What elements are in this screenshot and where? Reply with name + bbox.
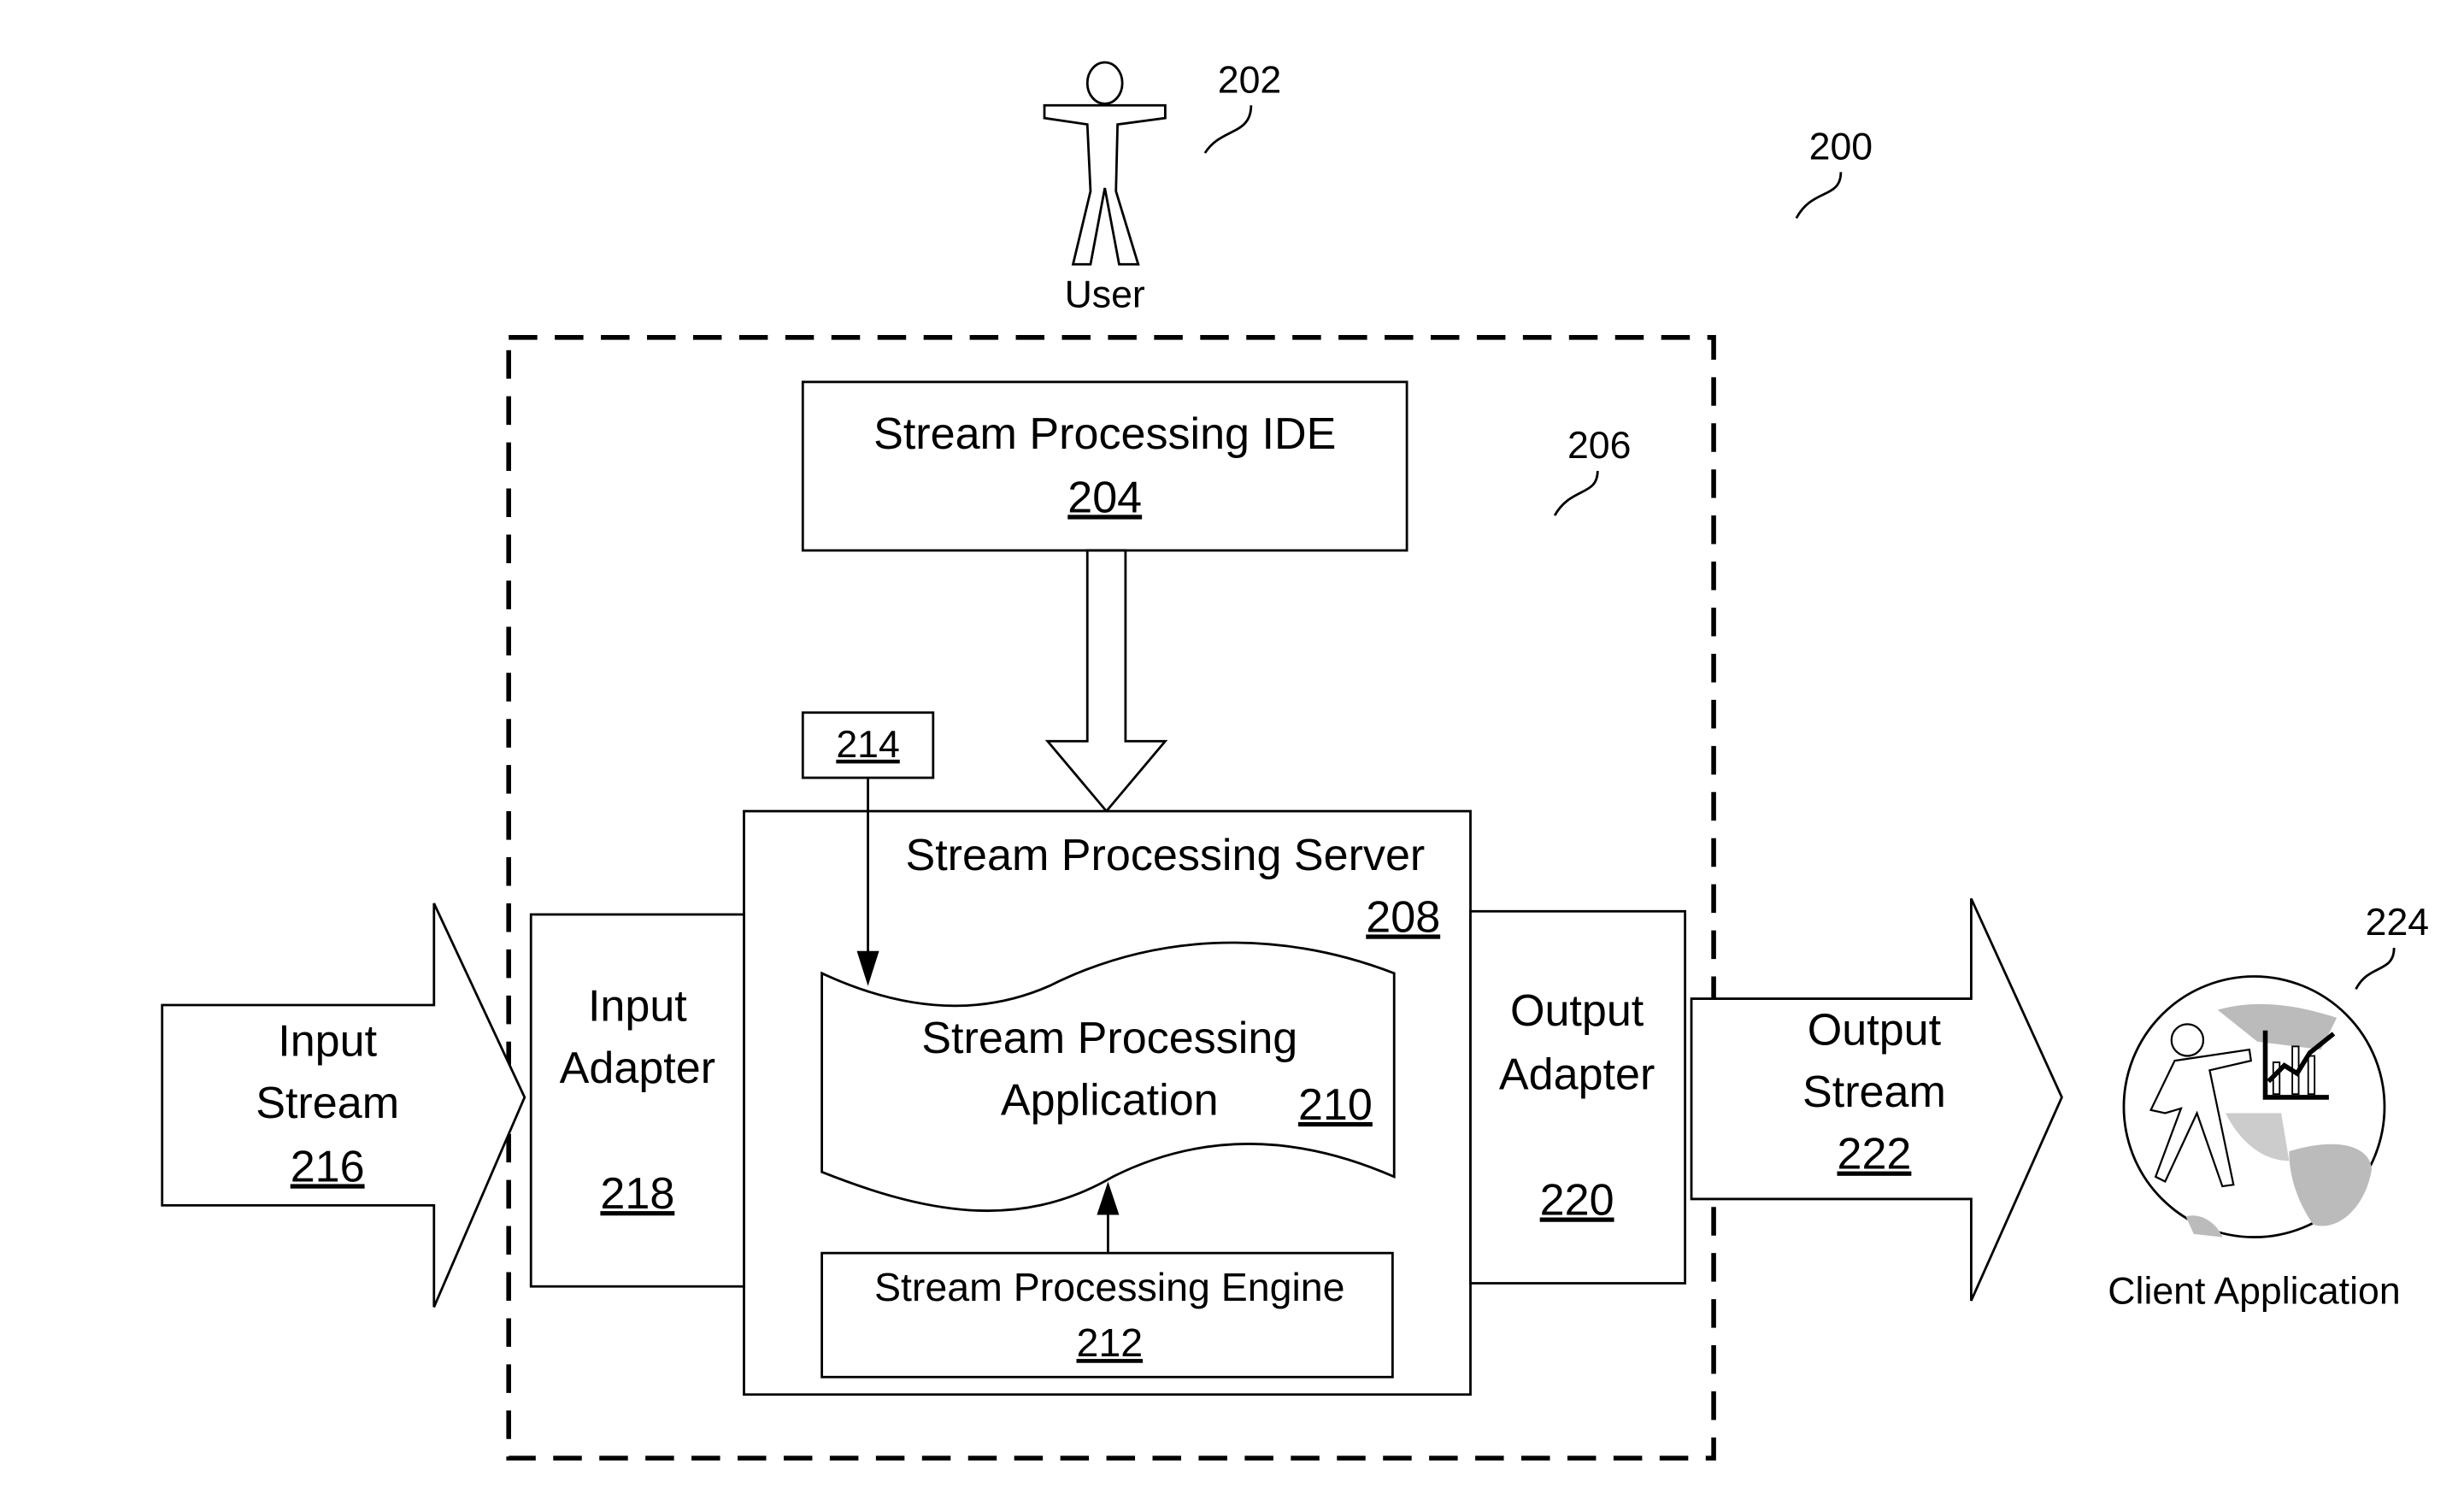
server-label: Stream Processing Server	[905, 831, 1425, 880]
application-ref: 210	[1298, 1080, 1373, 1130]
user-ref-leader	[1203, 105, 1253, 154]
output-adapter-line2: Adapter	[1499, 1050, 1655, 1100]
output-stream-ref: 222	[1837, 1130, 1911, 1179]
user-icon	[1043, 61, 1167, 266]
output-adapter-ref: 220	[1540, 1176, 1614, 1226]
system-ref: 206	[1567, 425, 1631, 467]
output-stream-line1: Output	[1808, 1006, 1942, 1055]
client-ref-leader	[2355, 947, 2396, 991]
client-ref: 224	[2366, 902, 2429, 944]
engine-label: Stream Processing Engine	[874, 1265, 1345, 1309]
output-stream-line2: Stream	[1802, 1067, 1946, 1117]
system-ref-leader	[1553, 471, 1599, 516]
input-stream-ref: 216	[291, 1142, 365, 1191]
input-adapter-ref: 218	[600, 1169, 674, 1219]
ide-box[interactable]	[801, 380, 1408, 552]
client-label: Client Application	[2108, 1271, 2400, 1313]
ide-label: Stream Processing IDE	[873, 409, 1336, 459]
input-adapter-line2: Adapter	[560, 1044, 715, 1093]
input-adapter-box[interactable]	[529, 913, 745, 1288]
user-label: User	[1065, 273, 1145, 315]
input-adapter-line1: Input	[588, 982, 687, 1032]
figure-ref: 200	[1809, 126, 1873, 168]
client-globe-icon[interactable]	[2122, 975, 2386, 1238]
application-line1: Stream Processing	[921, 1014, 1297, 1063]
ide-ref: 204	[1067, 473, 1142, 522]
output-adapter-line1: Output	[1510, 986, 1644, 1036]
engine-ref: 212	[1076, 1320, 1143, 1365]
input-stream-line2: Stream	[256, 1079, 399, 1128]
figure-ref-leader	[1795, 172, 1843, 219]
user-ref: 202	[1218, 59, 1281, 101]
config-ref: 214	[836, 724, 899, 766]
server-ref: 208	[1366, 892, 1440, 942]
ide-to-server-arrow	[1044, 549, 1168, 814]
input-stream-line1: Input	[278, 1017, 377, 1067]
application-line2: Application	[1001, 1075, 1219, 1125]
stream-processing-diagram: 200 User 202 206 Stream Processing IDE 2…	[161, 59, 2429, 1461]
